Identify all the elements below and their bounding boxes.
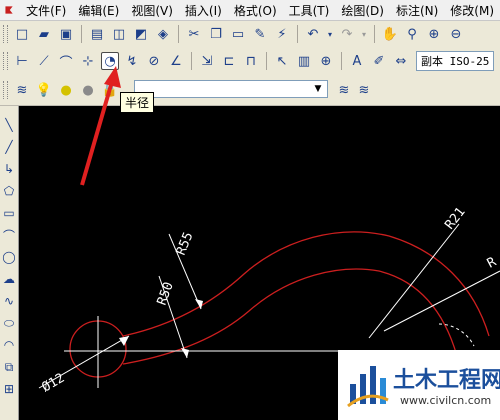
watermark-title: 土木工程网 [393, 368, 500, 393]
tooltip: 半径 [120, 92, 155, 113]
watermark-url: www.civilcn.com [400, 394, 492, 407]
watermark: 土木工程网 www.civilcn.com [338, 350, 500, 420]
annotation-arrow-head [104, 66, 121, 88]
watermark-logo-icon [347, 366, 389, 408]
annotation-arrow-shaft [80, 77, 115, 186]
